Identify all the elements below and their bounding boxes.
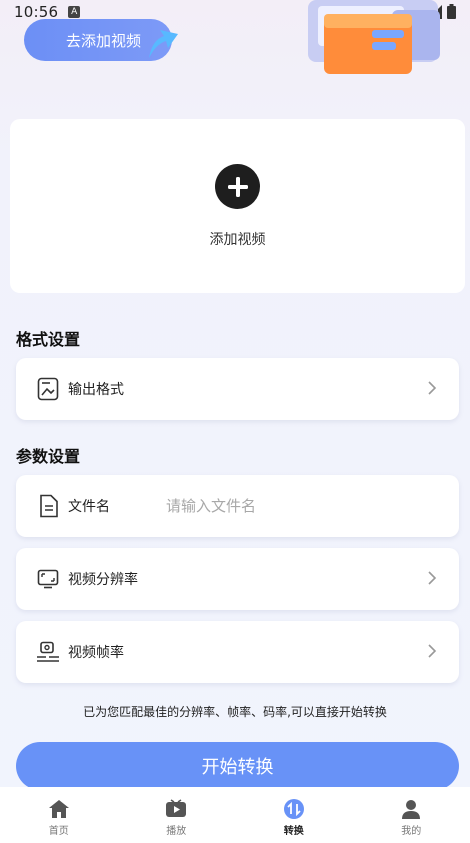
filename-row: 文件名 <box>16 475 459 537</box>
hero-button-label: 去添加视频 <box>66 31 142 50</box>
nav-item-play[interactable]: 播放 <box>118 787 236 843</box>
chevron-right-icon <box>428 571 437 585</box>
add-video-card[interactable]: 添加视频 <box>10 119 465 293</box>
convert-icon <box>283 799 305 819</box>
profile-icon <box>400 799 422 819</box>
output-format-row[interactable]: 输出格式 <box>16 358 459 420</box>
resolution-icon <box>36 567 60 591</box>
folder-illustration-icon <box>308 0 440 74</box>
resolution-label: 视频分辨率 <box>68 572 138 588</box>
nav-label-convert: 转换 <box>283 826 304 837</box>
nav-item-profile[interactable]: 我的 <box>353 787 470 843</box>
home-icon <box>48 799 70 819</box>
nav-item-home[interactable]: 首页 <box>0 787 118 843</box>
framerate-icon <box>36 640 60 664</box>
filename-input[interactable] <box>166 495 426 517</box>
framerate-row[interactable]: 视频帧率 <box>16 621 459 683</box>
image-file-icon <box>36 377 60 401</box>
start-conversion-button[interactable]: 开始转换 <box>16 742 459 790</box>
bottom-nav: 首页 播放 转换 我的 <box>0 787 470 843</box>
add-video-label: 添加视频 <box>209 232 266 248</box>
chevron-right-icon <box>428 644 437 658</box>
optimal-settings-note: 已为您匹配最佳的分辨率、帧率、码率,可以直接开始转换 <box>83 705 387 719</box>
play-icon <box>165 799 187 819</box>
resolution-row[interactable]: 视频分辨率 <box>16 548 459 610</box>
param-settings-title: 参数设置 <box>16 447 81 466</box>
nav-item-convert[interactable]: 转换 <box>235 787 353 843</box>
nav-label-profile: 我的 <box>401 826 422 837</box>
nav-label-play: 播放 <box>166 826 187 837</box>
document-icon <box>36 494 60 518</box>
notification-badge-icon: A <box>68 6 81 18</box>
arrow-up-icon <box>149 30 178 58</box>
add-video-button[interactable] <box>215 164 260 209</box>
output-format-label: 输出格式 <box>68 382 124 398</box>
start-conversion-label: 开始转换 <box>201 757 274 778</box>
framerate-label: 视频帧率 <box>68 645 124 661</box>
plus-icon <box>227 176 248 197</box>
chevron-right-icon <box>428 381 437 395</box>
format-settings-title: 格式设置 <box>16 330 81 349</box>
nav-label-home: 首页 <box>48 826 69 837</box>
filename-label: 文件名 <box>68 499 110 515</box>
